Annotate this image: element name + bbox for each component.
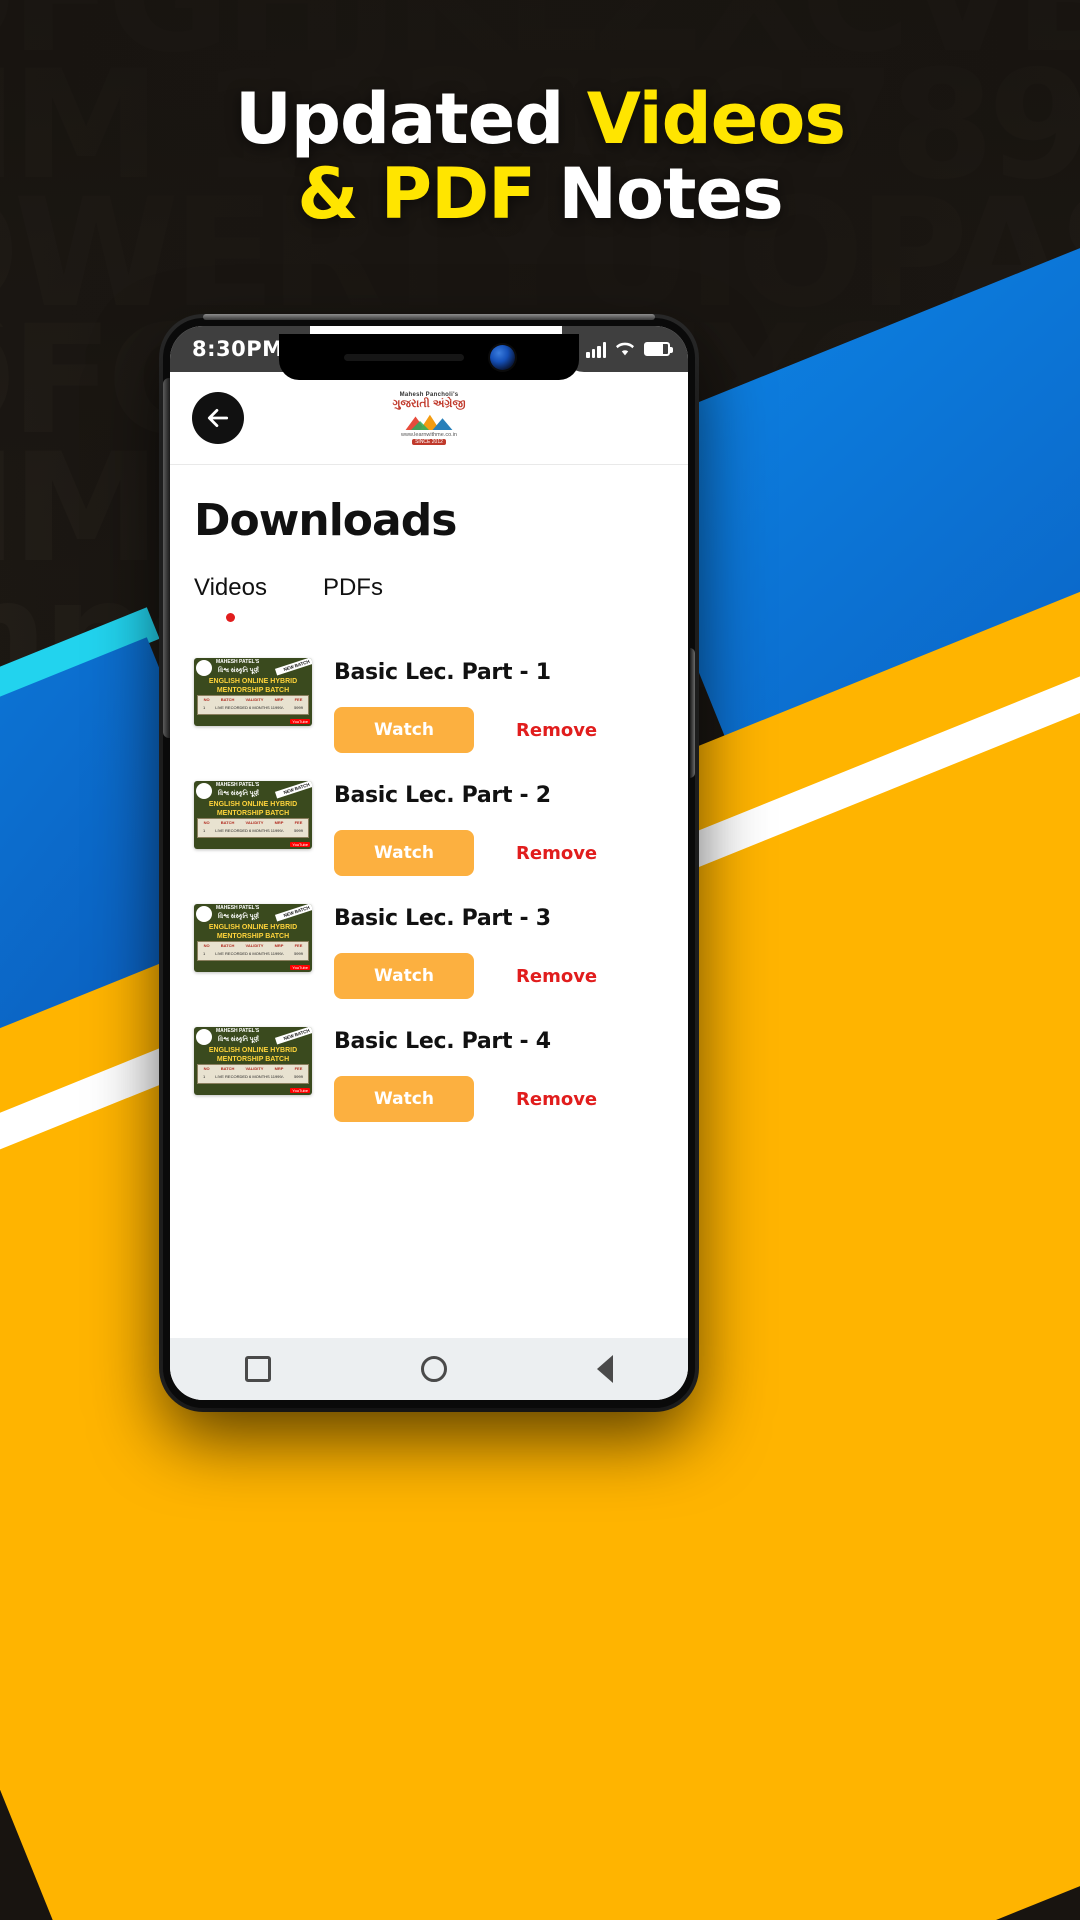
thumbnail-brand-text: MAHESH PATEL'S <box>216 905 260 911</box>
download-item-title: Basic Lec. Part - 3 <box>334 906 551 931</box>
download-item[interactable]: MAHESH PATEL'S વિશ્વ સંસ્કૃતિ પૂર્ણ ENGL… <box>170 1013 688 1136</box>
arrow-left-icon <box>207 409 229 427</box>
headline-updated-text: Updated <box>235 78 587 160</box>
earpiece-speaker-icon <box>343 353 464 361</box>
download-item-info: Basic Lec. Part - 4 Watch Remove <box>334 1027 666 1122</box>
headline-notes-text: Notes <box>558 152 783 235</box>
logo-website-text: www.learnwithme.co.in <box>401 431 457 438</box>
headline-line-2: & PDF Notes <box>0 156 1080 232</box>
page-title: Downloads <box>194 495 457 546</box>
thumbnail-table-row: 1 LIVE RECORDED 6 MONTHS 11999/- 5999 <box>203 951 303 956</box>
download-item-actions: Watch Remove <box>334 830 666 876</box>
tab-pdfs-label: PDFs <box>322 574 383 601</box>
thumbnail-hindi-text: વિશ્વ સંસ્કૃતિ પૂર્ણ <box>218 791 259 797</box>
phone-mockup: 8:30PM Mahesh Pancholi's ગુજરાતી અંગ્રેજ… <box>163 314 695 1408</box>
logo-top-text: Mahesh Pancholi's <box>399 391 459 398</box>
triangle-back-icon[interactable] <box>597 1355 613 1383</box>
thumbnail-table: NO BATCH VALIDITY MRP FEE 1 LIVE RECORDE… <box>197 1064 309 1084</box>
downloads-list: MAHESH PATEL'S વિશ્વ સંસ્કૃતિ પૂર્ણ ENGL… <box>170 622 688 1136</box>
tab-videos[interactable]: Videos <box>194 574 267 622</box>
back-button[interactable] <box>192 392 244 444</box>
phone-screen: 8:30PM Mahesh Pancholi's ગુજરાતી અંગ્રેજ… <box>170 326 688 1400</box>
thumbnail-title: ENGLISH ONLINE HYBRID MENTORSHIP BATCH <box>194 801 312 819</box>
thumbnail-title: ENGLISH ONLINE HYBRID MENTORSHIP BATCH <box>194 678 312 696</box>
download-item-actions: Watch Remove <box>334 953 666 999</box>
download-item-title: Basic Lec. Part - 2 <box>334 783 551 808</box>
download-item-info: Basic Lec. Part - 3 Watch Remove <box>334 904 666 999</box>
front-camera-icon <box>489 344 515 370</box>
watch-button[interactable]: Watch <box>334 953 474 999</box>
video-thumbnail[interactable]: MAHESH PATEL'S વિશ્વ સંસ્કૃતિ પૂર્ણ ENGL… <box>194 1027 312 1095</box>
video-thumbnail[interactable]: MAHESH PATEL'S વિશ્વ સંસ્કૃતિ પૂર્ણ ENGL… <box>194 781 312 849</box>
app-logo: Mahesh Pancholi's ગુજરાતી અંગ્રેજી www.l… <box>387 376 471 460</box>
thumbnail-title: ENGLISH ONLINE HYBRID MENTORSHIP BATCH <box>194 924 312 942</box>
phone-notch <box>279 334 579 380</box>
wifi-icon <box>615 341 635 357</box>
promo-headline: Updated Videos & PDF Notes <box>0 82 1080 232</box>
download-item-info: Basic Lec. Part - 2 Watch Remove <box>334 781 666 876</box>
youtube-icon: YouTube <box>290 1088 310 1093</box>
headline-line-1: Updated Videos <box>0 82 1080 157</box>
tab-bar: Videos PDFs <box>170 546 688 622</box>
thumbnail-table: NO BATCH VALIDITY MRP FEE 1 LIVE RECORDE… <box>197 818 309 838</box>
watch-button[interactable]: Watch <box>334 707 474 753</box>
thumbnail-title-line1: ENGLISH ONLINE HYBRID <box>208 924 298 931</box>
download-item-title: Basic Lec. Part - 1 <box>334 660 551 685</box>
square-recents-icon[interactable] <box>245 1356 271 1382</box>
download-item-actions: Watch Remove <box>334 707 666 753</box>
signal-icon <box>586 341 606 358</box>
phone-right-button <box>690 648 695 778</box>
video-thumbnail[interactable]: MAHESH PATEL'S વિશ્વ સંસ્કૃતિ પૂર્ણ ENGL… <box>194 658 312 726</box>
battery-icon <box>644 342 673 356</box>
thumbnail-hindi-text: વિશ્વ સંસ્કૃતિ પૂર્ણ <box>218 1037 259 1043</box>
download-item-info: Basic Lec. Part - 1 Watch Remove <box>334 658 666 753</box>
download-item[interactable]: MAHESH PATEL'S વિશ્વ સંસ્કૃતિ પૂર્ણ ENGL… <box>170 767 688 890</box>
thumbnail-hindi-text: વિશ્વ સંસ્કૃતિ પૂર્ણ <box>218 914 259 920</box>
youtube-icon: YouTube <box>290 719 310 724</box>
thumbnail-table: NO BATCH VALIDITY MRP FEE 1 LIVE RECORDE… <box>197 941 309 961</box>
download-item-title: Basic Lec. Part - 4 <box>334 1029 551 1054</box>
tab-pdfs[interactable]: PDFs <box>323 574 383 622</box>
remove-button[interactable]: Remove <box>516 843 597 864</box>
android-navigation-bar <box>170 1338 688 1400</box>
thumbnail-table: NO BATCH VALIDITY MRP FEE 1 LIVE RECORDE… <box>197 695 309 715</box>
thumbnail-title-line1: ENGLISH ONLINE HYBRID <box>208 801 298 808</box>
app-header: Mahesh Pancholi's ગુજરાતી અંગ્રેજી www.l… <box>170 372 688 465</box>
thumbnail-title-line1: ENGLISH ONLINE HYBRID <box>208 1047 298 1054</box>
video-thumbnail[interactable]: MAHESH PATEL'S વિશ્વ સંસ્કૃતિ પૂર્ણ ENGL… <box>194 904 312 972</box>
remove-button[interactable]: Remove <box>516 966 597 987</box>
thumbnail-title: ENGLISH ONLINE HYBRID MENTORSHIP BATCH <box>194 1047 312 1065</box>
watch-button[interactable]: Watch <box>334 1076 474 1122</box>
youtube-icon: YouTube <box>290 965 310 970</box>
mountain-logo-icon <box>405 414 453 430</box>
status-icons <box>562 326 688 372</box>
headline-pdf-text: & PDF <box>297 152 559 235</box>
thumbnail-table-row: 1 LIVE RECORDED 6 MONTHS 11999/- 5999 <box>203 705 303 710</box>
remove-button[interactable]: Remove <box>516 1089 597 1110</box>
phone-top-edge <box>203 314 655 320</box>
thumbnail-brand-text: MAHESH PATEL'S <box>216 782 260 788</box>
download-item[interactable]: MAHESH PATEL'S વિશ્વ સંસ્કૃતિ પૂર્ણ ENGL… <box>170 644 688 767</box>
remove-button[interactable]: Remove <box>516 720 597 741</box>
screen-content: Downloads Videos PDFs MAHESH PATEL'S વિશ… <box>170 465 688 1338</box>
youtube-icon: YouTube <box>290 842 310 847</box>
phone-left-edge <box>163 378 170 738</box>
logo-badge: SINCE 2012 <box>412 438 446 445</box>
thumbnail-table-row: 1 LIVE RECORDED 6 MONTHS 11999/- 5999 <box>203 828 303 833</box>
download-item-actions: Watch Remove <box>334 1076 666 1122</box>
tab-active-indicator <box>225 613 235 622</box>
logo-main-text: ગુજરાતી અંગ્રેજી <box>392 397 466 410</box>
download-item[interactable]: MAHESH PATEL'S વિશ્વ સંસ્કૃતિ પૂર્ણ ENGL… <box>170 890 688 1013</box>
watch-button[interactable]: Watch <box>334 830 474 876</box>
thumbnail-hindi-text: વિશ્વ સંસ્કૃતિ પૂર્ણ <box>218 668 259 674</box>
tab-videos-label: Videos <box>194 574 267 601</box>
thumbnail-brand-text: MAHESH PATEL'S <box>216 659 260 665</box>
thumbnail-brand-text: MAHESH PATEL'S <box>216 1028 260 1034</box>
headline-videos-text: Videos <box>586 78 846 160</box>
thumbnail-title-line1: ENGLISH ONLINE HYBRID <box>208 678 298 685</box>
thumbnail-table-row: 1 LIVE RECORDED 6 MONTHS 11999/- 5999 <box>203 1074 303 1079</box>
circle-home-icon[interactable] <box>421 1356 447 1382</box>
